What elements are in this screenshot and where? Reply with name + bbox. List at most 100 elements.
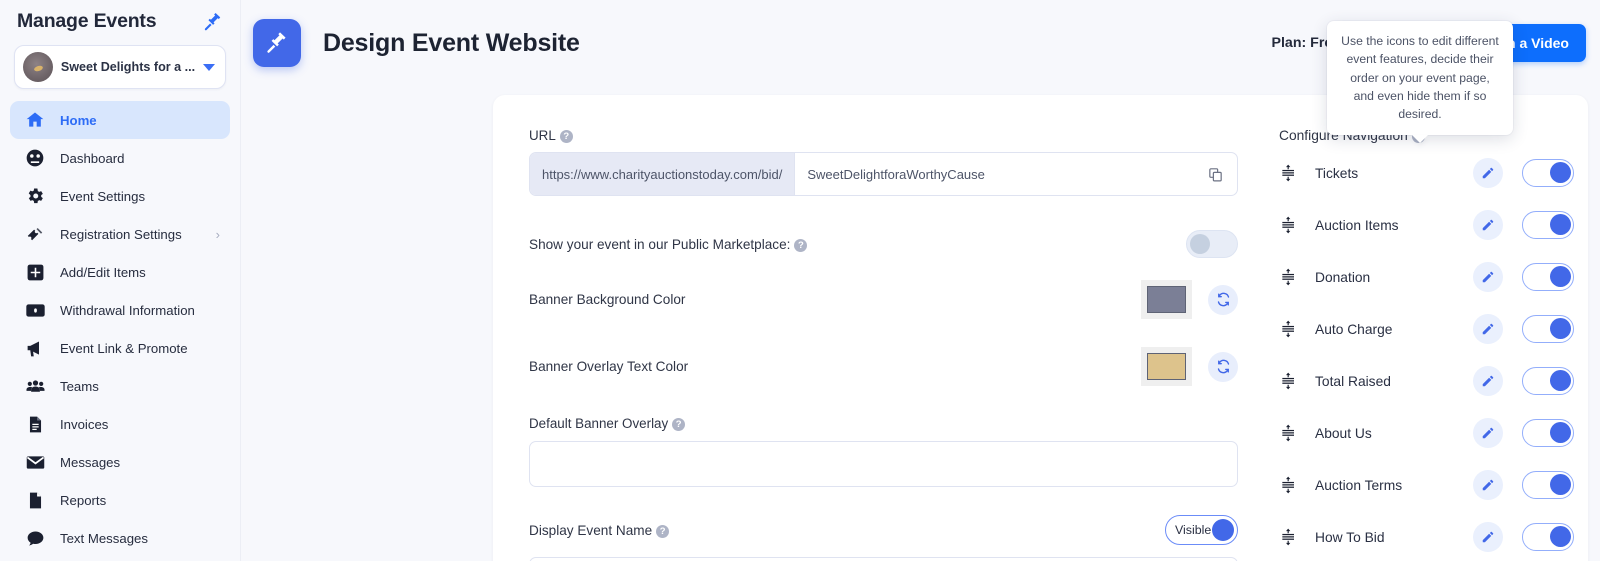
help-icon[interactable]: ? bbox=[656, 524, 670, 538]
avatar bbox=[23, 52, 53, 82]
navigation-row-toggle[interactable] bbox=[1522, 263, 1574, 291]
navigation-row-how-to-bid: How To Bid bbox=[1279, 511, 1574, 561]
tooltip: Use the icons to edit different event fe… bbox=[1327, 21, 1513, 136]
sidebar-item-withdrawal-information[interactable]: Withdrawal Information bbox=[10, 291, 230, 329]
main-content: Design Event Website Plan: Free (Upgrade… bbox=[241, 0, 1600, 561]
navigation-row-label: Auction Items bbox=[1315, 217, 1399, 233]
event-name-input[interactable]: Sweet Delights for a Worthy Cause! bbox=[529, 557, 1238, 561]
banner-overlay-text-swatch[interactable] bbox=[1141, 347, 1192, 386]
navigation-row-toggle[interactable] bbox=[1522, 523, 1574, 551]
sidebar-item-messages[interactable]: Messages bbox=[10, 443, 230, 481]
color-swatch bbox=[1147, 353, 1186, 380]
navigation-row-label: Tickets bbox=[1315, 165, 1359, 181]
navigation-rows: Tickets Auction Items Donation Auto Char… bbox=[1279, 147, 1574, 561]
help-icon[interactable]: ? bbox=[794, 238, 808, 252]
sidebar-item-label: Home bbox=[60, 112, 97, 128]
navigation-row-auction-terms: Auction Terms bbox=[1279, 459, 1574, 511]
color-swatch bbox=[1147, 286, 1186, 313]
dashboard-icon bbox=[24, 147, 46, 169]
sidebar-item-label: Withdrawal Information bbox=[60, 302, 195, 318]
toggle-knob bbox=[1550, 474, 1571, 495]
copy-icon[interactable] bbox=[1193, 153, 1237, 195]
edit-navigation-item-button[interactable] bbox=[1473, 470, 1503, 500]
reset-banner-overlay-text-button[interactable] bbox=[1208, 351, 1238, 382]
navigation-row-toggle[interactable] bbox=[1522, 471, 1574, 499]
configure-navigation-column: Configure Navigation? Tickets bbox=[1249, 119, 1588, 561]
toggle-knob bbox=[1550, 266, 1571, 287]
drag-handle-icon[interactable] bbox=[1279, 163, 1299, 183]
sidebar-item-event-settings[interactable]: Event Settings bbox=[10, 177, 230, 215]
edit-navigation-item-button[interactable] bbox=[1473, 210, 1503, 240]
navigation-row-toggle[interactable] bbox=[1522, 367, 1574, 395]
home-icon bbox=[24, 109, 46, 131]
toggle-knob bbox=[1190, 234, 1210, 254]
edit-navigation-item-button[interactable] bbox=[1473, 262, 1503, 292]
banner-background-color-row: Banner Background Color bbox=[529, 280, 1238, 319]
navigation-row-toggle[interactable] bbox=[1522, 211, 1574, 239]
chevron-down-icon bbox=[203, 63, 215, 71]
people-icon bbox=[24, 375, 46, 397]
edit-navigation-item-button[interactable] bbox=[1473, 418, 1503, 448]
event-selector[interactable]: Sweet Delights for a ... bbox=[14, 45, 226, 89]
banner-background-swatch[interactable] bbox=[1141, 280, 1192, 319]
navigation-row-toggle[interactable] bbox=[1522, 315, 1574, 343]
sidebar-item-registration-settings[interactable]: Registration Settings › bbox=[10, 215, 230, 253]
drag-handle-icon[interactable] bbox=[1279, 267, 1299, 287]
sidebar-item-home[interactable]: Home bbox=[10, 101, 230, 139]
display-event-name-label: Display Event Name? bbox=[529, 523, 670, 538]
drag-handle-icon[interactable] bbox=[1279, 215, 1299, 235]
banner-overlay-text-color-row: Banner Overlay Text Color bbox=[529, 347, 1238, 386]
sidebar-item-invoices[interactable]: Invoices bbox=[10, 405, 230, 443]
banknote-icon bbox=[24, 299, 46, 321]
drag-handle-icon[interactable] bbox=[1279, 475, 1299, 495]
url-label-text: URL bbox=[529, 128, 556, 143]
sidebar-item-label: Registration Settings bbox=[60, 226, 182, 242]
sidebar-item-label: Teams bbox=[60, 378, 99, 394]
sidebar-item-add-edit-items[interactable]: Add/Edit Items bbox=[10, 253, 230, 291]
url-input[interactable]: SweetDelightforaWorthyCause bbox=[795, 153, 1193, 195]
navigation-row-label: Auction Terms bbox=[1315, 477, 1403, 493]
drag-handle-icon[interactable] bbox=[1279, 527, 1299, 547]
app-root: Manage Events Sweet Delights for a ... H… bbox=[0, 0, 1600, 561]
gear-icon bbox=[24, 185, 46, 207]
navigation-row-toggle[interactable] bbox=[1522, 159, 1574, 187]
sidebar-item-reports[interactable]: Reports bbox=[10, 481, 230, 519]
drag-handle-icon[interactable] bbox=[1279, 423, 1299, 443]
sidebar-item-label: Event Link & Promote bbox=[60, 340, 188, 356]
edit-navigation-item-button[interactable] bbox=[1473, 366, 1503, 396]
design-card: URL? https://www.charityauctionstoday.co… bbox=[493, 95, 1588, 561]
edit-navigation-item-button[interactable] bbox=[1473, 158, 1503, 188]
marketplace-label: Show your event in our Public Marketplac… bbox=[529, 237, 808, 252]
sidebar-item-label: Event Settings bbox=[60, 188, 146, 204]
sidebar-item-label: Invoices bbox=[60, 416, 109, 432]
sidebar-item-label: Text Messages bbox=[60, 530, 148, 546]
edit-navigation-item-button[interactable] bbox=[1473, 314, 1503, 344]
display-event-name-toggle[interactable]: Visible bbox=[1165, 515, 1238, 545]
chat-bubble-icon bbox=[24, 527, 46, 549]
marketplace-toggle[interactable] bbox=[1186, 230, 1238, 258]
drag-handle-icon[interactable] bbox=[1279, 319, 1299, 339]
page-title: Design Event Website bbox=[323, 28, 580, 57]
edit-navigation-item-button[interactable] bbox=[1473, 522, 1503, 552]
navigation-row-tickets: Tickets bbox=[1279, 147, 1574, 199]
help-icon[interactable]: ? bbox=[672, 418, 686, 431]
drag-handle-icon[interactable] bbox=[1279, 371, 1299, 391]
invoice-icon bbox=[24, 413, 46, 435]
envelope-icon bbox=[24, 451, 46, 473]
url-field[interactable]: https://www.charityauctionstoday.com/bid… bbox=[529, 152, 1238, 196]
sidebar-item-teams[interactable]: Teams bbox=[10, 367, 230, 405]
banner-background-color-label: Banner Background Color bbox=[529, 292, 686, 307]
help-icon[interactable]: ? bbox=[559, 130, 573, 143]
sidebar-item-event-link-promote[interactable]: Event Link & Promote bbox=[10, 329, 230, 367]
gavel-icon[interactable] bbox=[202, 11, 224, 33]
sidebar-header: Manage Events bbox=[8, 0, 232, 37]
navigation-row-toggle[interactable] bbox=[1522, 419, 1574, 447]
navigation-row-label: About Us bbox=[1315, 425, 1372, 441]
settings-column: URL? https://www.charityauctionstoday.co… bbox=[493, 119, 1249, 561]
sidebar-item-text-messages[interactable]: Text Messages bbox=[10, 519, 230, 557]
sidebar-item-dashboard[interactable]: Dashboard bbox=[10, 139, 230, 177]
reset-banner-background-button[interactable] bbox=[1208, 284, 1238, 315]
navigation-row-label: Donation bbox=[1315, 269, 1371, 285]
default-banner-overlay-input[interactable] bbox=[529, 441, 1238, 487]
url-label: URL? bbox=[529, 128, 1249, 143]
